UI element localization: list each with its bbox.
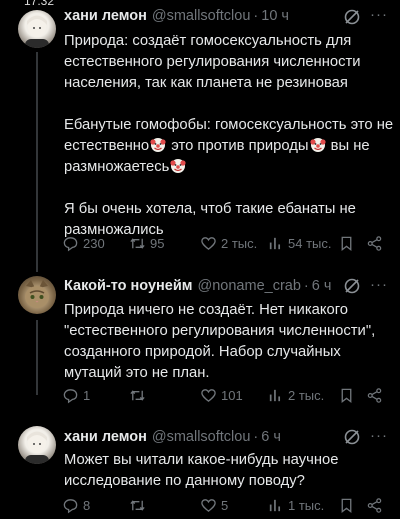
like-icon <box>201 237 216 251</box>
separator: · <box>253 429 259 445</box>
more-icon[interactable]: ··· <box>370 427 388 444</box>
tweet-header: Какой-то ноунейм @noname_crab · 6 ч <box>64 276 331 296</box>
retweet-button[interactable]: 95 <box>129 235 164 252</box>
share-icon <box>367 498 382 513</box>
clown-emoji <box>150 138 166 152</box>
share-icon <box>367 388 382 403</box>
more-icon[interactable]: ··· <box>370 276 388 293</box>
bookmark-button[interactable] <box>338 235 355 252</box>
tweet-text: Природа: создаёт гомосексуальность для е… <box>64 31 394 241</box>
share-button[interactable] <box>366 497 383 514</box>
tweet-text: Природа ничего не создаёт. Нет никакого … <box>64 300 394 384</box>
reply-icon <box>63 389 78 404</box>
thread-line <box>36 320 38 395</box>
more-icon[interactable]: ··· <box>370 6 388 23</box>
text-run: Может вы читали какое-нибудь научное исс… <box>64 452 339 489</box>
like-count: 2 тыс. <box>221 236 258 251</box>
bookmark-icon <box>341 498 352 513</box>
views-count: 2 тыс. <box>288 388 325 403</box>
share-button[interactable] <box>366 235 383 252</box>
text-run: Природа ничего не создаёт. Нет никакого … <box>64 302 376 381</box>
display-name[interactable]: хани лемон <box>64 8 147 24</box>
user-handle[interactable]: @smallsoftclou <box>152 8 251 24</box>
views-count: 1 тыс. <box>288 498 325 513</box>
bookmark-button[interactable] <box>338 497 355 514</box>
views-icon <box>269 499 281 512</box>
views-icon <box>269 389 281 402</box>
reply-icon <box>63 237 78 252</box>
tweet-text: Может вы читали какое-нибудь научное исс… <box>64 450 394 492</box>
reply-button[interactable]: 1 <box>62 387 90 404</box>
avatar[interactable] <box>18 10 56 48</box>
action-bar: 1 101 2 тыс. <box>62 387 392 407</box>
grok-icon[interactable] <box>343 277 361 295</box>
action-bar: 230 95 2 тыс. 54 тыс. <box>62 235 392 255</box>
views-icon <box>269 237 281 250</box>
tweet-paragraph: Ебанутые гомофобы: гомосексуальность это… <box>64 115 394 178</box>
timestamp[interactable]: 6 ч <box>312 278 332 294</box>
like-icon <box>201 389 216 403</box>
text-run: Природа: создаёт гомосексуальность для е… <box>64 33 361 91</box>
tweet-paragraph: Природа ничего не создаёт. Нет никакого … <box>64 300 394 384</box>
like-count: 5 <box>221 498 229 513</box>
tweet-header: хани лемон @smallsoftclou · 6 ч <box>64 427 281 447</box>
share-icon <box>367 236 382 251</box>
reply-button[interactable]: 8 <box>62 497 90 514</box>
like-count: 101 <box>221 388 243 403</box>
retweet-button[interactable] <box>129 387 150 404</box>
bookmark-button[interactable] <box>338 387 355 404</box>
views-count: 54 тыс. <box>288 236 332 251</box>
grok-icon[interactable] <box>343 428 361 446</box>
views-button[interactable]: 54 тыс. <box>267 235 331 252</box>
reply-button[interactable]: 230 <box>62 235 105 252</box>
reply-icon <box>63 499 78 514</box>
reply-count: 230 <box>83 236 105 251</box>
bookmark-icon <box>341 236 352 251</box>
like-button[interactable]: 101 <box>200 387 243 404</box>
retweet-icon <box>130 390 145 401</box>
reply-count: 8 <box>83 498 91 513</box>
action-bar: 8 5 1 тыс. <box>62 497 392 517</box>
views-button[interactable]: 2 тыс. <box>267 387 324 404</box>
clown-emoji <box>170 159 186 173</box>
timestamp[interactable]: 10 ч <box>261 8 289 24</box>
separator: · <box>303 278 309 294</box>
avatar[interactable] <box>18 276 56 314</box>
retweet-button[interactable] <box>129 497 150 514</box>
clown-emoji <box>309 138 326 152</box>
status-time: 17:32 <box>24 0 55 8</box>
display-name[interactable]: Какой-то ноунейм <box>64 278 193 294</box>
timestamp[interactable]: 6 ч <box>261 429 281 445</box>
views-button[interactable]: 1 тыс. <box>267 497 324 514</box>
like-icon <box>201 499 216 513</box>
display-name[interactable]: хани лемон <box>64 429 147 445</box>
retweet-icon <box>130 500 145 511</box>
like-button[interactable]: 5 <box>200 497 228 514</box>
reply-count: 1 <box>83 388 91 403</box>
avatar[interactable] <box>18 426 56 464</box>
retweet-count: 95 <box>150 236 165 251</box>
separator: · <box>253 8 259 24</box>
grok-icon[interactable] <box>343 8 361 26</box>
user-handle[interactable]: @noname_crab <box>198 278 301 294</box>
bookmark-icon <box>341 388 352 403</box>
tweet-header: хани лемон @smallsoftclou · 10 ч <box>64 6 289 26</box>
tweet-paragraph: Может вы читали какое-нибудь научное исс… <box>64 450 394 492</box>
tweet-paragraph: Природа: создаёт гомосексуальность для е… <box>64 31 394 94</box>
user-handle[interactable]: @smallsoftclou <box>152 429 251 445</box>
retweet-icon <box>130 238 145 249</box>
thread-line <box>36 52 38 272</box>
text-run: это против природы <box>167 138 309 154</box>
like-button[interactable]: 2 тыс. <box>200 235 257 252</box>
share-button[interactable] <box>366 387 383 404</box>
text-run: Я бы очень хотела, чтоб такие ебанаты не… <box>64 201 356 238</box>
